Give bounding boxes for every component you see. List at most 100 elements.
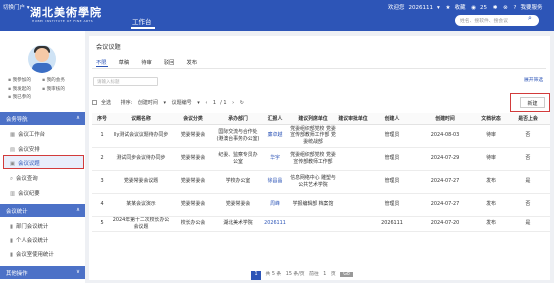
user-icon: ▮ <box>10 238 13 244</box>
refresh-icon[interactable]: ↻ <box>240 100 244 106</box>
sidebar-item-workbench[interactable]: ▦ 会议工作台 <box>10 130 45 138</box>
cell-attend-units <box>290 216 336 232</box>
col-attend-units: 建议列席单位 <box>290 113 336 125</box>
col-on-meeting: 是否上会 <box>506 113 550 125</box>
quick-link[interactable]: 我参加的 <box>8 77 42 86</box>
cell-approve-units <box>336 124 370 148</box>
document-icon: ▣ <box>10 161 16 167</box>
username[interactable]: 2026111 <box>409 5 434 11</box>
col-creator: 创建人 <box>370 113 414 125</box>
avatar[interactable] <box>28 45 56 73</box>
cell-category: 党委常委会 <box>170 124 216 148</box>
cell-reporter[interactable]: 廉卓越 <box>260 124 290 148</box>
next-page-icon[interactable]: › <box>232 100 234 106</box>
sidebar-item-arrangement[interactable]: ▤ 会议安排 <box>10 145 40 153</box>
cell-reporter[interactable]: 周峰 <box>260 193 290 217</box>
page-size-select[interactable]: 15 条/页 <box>286 270 305 277</box>
cell-attend-units: 学报编辑部 档案馆 <box>290 193 336 217</box>
cell-topic-name[interactable]: 某某会议演示 <box>112 193 170 217</box>
section-other[interactable]: 其他操作 ∨ <box>0 266 85 279</box>
cell-on-meeting: 否 <box>506 147 550 171</box>
search-icon: ⌕ <box>10 176 14 182</box>
table-row[interactable]: 1 lly测试会议议题待办同步 党委常委会 国际交流与合作处(港澳台事务办公室)… <box>92 124 550 148</box>
tab-draft[interactable]: 草稿 <box>119 60 130 66</box>
tab-workbench[interactable]: 工作台 <box>132 16 152 26</box>
tab-rejected[interactable]: 驳回 <box>164 60 175 66</box>
sort-created-time[interactable]: 创建时间 ▾ <box>138 100 166 106</box>
pagination: 1 共 5 条 15 条/页 前往 1 页 Go <box>251 270 356 280</box>
cell-doc-status: 发布 <box>476 193 506 217</box>
calendar-icon: ▤ <box>10 147 16 153</box>
cell-creator: 2026111 <box>370 216 414 232</box>
cell-topic-name[interactable]: 党委常委会议题 <box>112 170 170 194</box>
close-icon[interactable]: ⊗ <box>503 5 508 11</box>
quick-link[interactable]: 我的会务 <box>42 77 76 86</box>
cell-category: 校长办公会 <box>170 216 216 232</box>
chevron-down-icon: ∨ <box>76 269 80 275</box>
cell-reporter[interactable]: 2026111 <box>260 216 290 232</box>
school-logo: 湖北美術學院 <box>30 6 102 19</box>
welcome-text: 欢迎您 <box>388 5 405 11</box>
keyword-input[interactable]: 请输入标题 <box>93 77 158 86</box>
sidebar-item-personal-stats[interactable]: ▮ 个人会议统计 <box>10 236 48 244</box>
cell-index: 2 <box>92 147 112 171</box>
table-row[interactable]: 4 某某会议演示 党委常委会 党委常委会 周峰 学报编辑部 档案馆 管理员 20… <box>92 193 550 217</box>
table-row[interactable]: 5 2024年第十二次校长办公会议题 校长办公会 湖北美术学院 2026111 … <box>92 216 550 232</box>
sort-topic-number[interactable]: 议题编号 ▾ <box>172 100 200 106</box>
service-link[interactable]: 我要服务 <box>520 5 542 11</box>
help-icon[interactable]: ? <box>514 5 517 11</box>
cell-approve-units <box>336 216 370 232</box>
section-meeting-stats[interactable]: 会议统计 ∧ <box>0 204 85 217</box>
top-bar: 切换门户 ▾ 湖北美術學院 HUBEI INSTITUTE OF FINE AR… <box>0 0 554 31</box>
cell-topic-name[interactable]: lly测试会议议题待办同步 <box>112 124 170 148</box>
page-number-active[interactable]: 1 <box>251 271 261 280</box>
cell-topic-name[interactable]: 2024年第十二次校长办公会议题 <box>112 216 170 232</box>
cell-attend-units: 党委组织部党校 党委宣传部教师工作部 党委统战部 <box>290 124 336 148</box>
chart-icon: ▮ <box>10 224 13 230</box>
portal-switch[interactable]: 切换门户 ▾ <box>3 3 30 11</box>
cell-dept: 国际交流与合作处(港澳台事务办公室) <box>216 124 260 148</box>
sidebar-item-query[interactable]: ⌕ 会议查询 <box>10 174 38 183</box>
cell-category: 党委常委会 <box>170 170 216 194</box>
cell-reporter[interactable]: 徐昌晶 <box>260 170 290 194</box>
table-row[interactable]: 3 党委常委会议题 党委常委会 学校办公室 徐昌晶 信息网络中心 雕塑与公共艺术… <box>92 170 550 194</box>
cell-topic-name[interactable]: 测试同步会议待办同步 <box>112 147 170 171</box>
col-index: 序号 <box>92 113 112 125</box>
tab-pending[interactable]: 待审 <box>141 60 152 66</box>
prev-page-icon[interactable]: ‹ <box>205 100 207 106</box>
goto-page-input[interactable]: 1 <box>323 272 326 277</box>
advanced-filter-link[interactable]: 展开筛选 <box>524 76 543 83</box>
search-icon[interactable]: ⌕ <box>528 14 532 23</box>
sidebar-item-minutes[interactable]: ▥ 会议纪要 <box>10 189 40 197</box>
new-button[interactable]: 新建 <box>520 97 545 108</box>
col-reporter: 汇报人 <box>260 113 290 125</box>
quick-links: 我参加的我的会务 我发起的我审核的 我已参的 <box>8 77 78 103</box>
sidebar-item-topics[interactable]: ▣ 会议议题 <box>10 159 40 167</box>
user-dropdown-icon[interactable]: ▾ <box>437 5 440 11</box>
cell-created-time: 2024-07-29 <box>414 147 476 171</box>
cell-approve-units <box>336 193 370 217</box>
sidebar-item-dept-stats[interactable]: ▮ 部门会议统计 <box>10 222 48 230</box>
cell-doc-status: 发布 <box>476 170 506 194</box>
goto-label: 前往 <box>309 272 319 277</box>
current-page[interactable]: 1 <box>213 100 216 106</box>
notification-icon[interactable]: ◉ <box>471 5 476 11</box>
go-button[interactable]: Go <box>340 272 353 277</box>
star-icon[interactable]: ★ <box>446 5 451 11</box>
settings-icon[interactable]: ✱ <box>493 5 498 11</box>
favorites-link[interactable]: 收藏 <box>454 5 465 11</box>
sidebar-item-room-stats[interactable]: ▮ 会议室使用统计 <box>10 250 54 258</box>
quick-link[interactable]: 我发起的 <box>8 86 42 95</box>
global-search-input[interactable]: 姓名、搜软件、搜会议 <box>455 15 539 26</box>
total-count: 共 5 条 <box>265 272 282 277</box>
table-row[interactable]: 2 测试同步会议待办同步 党委常委会 纪委、监察专员办公室 华宇 党委组织部党校… <box>92 147 550 171</box>
quick-link[interactable]: 我审核的 <box>42 86 76 95</box>
cell-doc-status: 待审 <box>476 124 506 148</box>
quick-link[interactable]: 我已参的 <box>8 94 42 103</box>
select-all-checkbox[interactable]: 全选 <box>92 100 115 106</box>
cell-on-meeting: 是 <box>506 170 550 194</box>
cell-created-time: 2024-08-03 <box>414 124 476 148</box>
cell-reporter[interactable]: 华宇 <box>260 147 290 171</box>
section-meeting-nav[interactable]: 会务导航 ∧ <box>0 112 85 125</box>
tab-published[interactable]: 发布 <box>186 60 197 66</box>
